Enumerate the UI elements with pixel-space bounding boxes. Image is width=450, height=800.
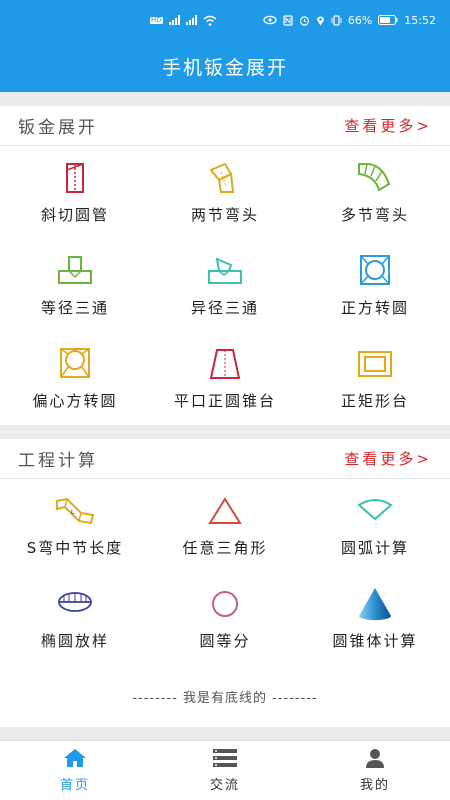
tool-label: 平口正圆锥台 <box>173 392 276 410</box>
nfc-icon <box>283 14 293 26</box>
battery-icon <box>378 15 398 25</box>
circle-icon <box>212 591 238 617</box>
user-icon <box>366 749 384 768</box>
svg-text:L: L <box>71 509 75 516</box>
view-more-link[interactable]: 查看更多> <box>344 448 432 469</box>
tool-item-frustum-cone[interactable]: 平口正圆锥台 <box>150 332 300 425</box>
tool-label: 椭圆放样 <box>40 632 109 650</box>
oblique-cut-pipe-icon <box>66 163 84 193</box>
tool-item-square-to-round[interactable]: 正方转圆 <box>300 239 450 332</box>
two-section-elbow-icon <box>209 162 235 193</box>
tool-item-rectangular-frustum[interactable]: 正矩形台 <box>300 332 450 425</box>
section-header: 钣金展开 查看更多> <box>0 106 450 146</box>
frustum-cone-icon <box>209 349 241 379</box>
calc-item-arc[interactable]: 圆弧计算 <box>300 479 450 572</box>
nav-community[interactable]: 交流 <box>150 741 300 800</box>
cone-icon <box>359 588 391 620</box>
tool-label: 两节弯头 <box>190 206 259 224</box>
calc-item-circle-division[interactable]: 圆等分 <box>150 572 300 665</box>
view-more-link[interactable]: 查看更多> <box>344 115 432 136</box>
triangle-icon <box>208 497 242 524</box>
section-title: 工程计算 <box>18 451 98 471</box>
tool-item-multi-section-elbow[interactable]: 多节弯头 <box>300 146 450 239</box>
calc-item-triangle[interactable]: 任意三角形 <box>150 479 300 572</box>
location-icon <box>316 16 324 25</box>
list-icon <box>213 749 237 767</box>
nav-home[interactable]: 首页 <box>0 741 150 800</box>
tool-label: 圆等分 <box>199 632 251 650</box>
vibrate-icon <box>331 14 342 26</box>
ellipse-icon <box>58 592 92 612</box>
signal-icon <box>168 15 180 25</box>
section-title: 钣金展开 <box>18 118 98 138</box>
home-icon <box>64 749 86 767</box>
signal-icon <box>185 15 197 25</box>
multi-section-elbow-icon <box>358 163 391 192</box>
status-left: HD <box>150 15 217 26</box>
app-bar: 手机钣金展开 <box>0 40 450 92</box>
clock: 15:52 <box>404 13 436 27</box>
reducing-tee-icon <box>208 257 242 284</box>
bottom-nav: 首页 交流 我的 <box>0 740 450 800</box>
calc-item-ellipse[interactable]: 椭圆放样 <box>0 572 150 665</box>
tool-label: 等径三通 <box>40 299 109 317</box>
calc-item-s-bend[interactable]: L S弯中节长度 <box>0 479 150 572</box>
square-to-round-icon <box>360 255 390 285</box>
tool-label: 正矩形台 <box>340 392 409 410</box>
section-sheet-metal: 钣金展开 查看更多> 斜切圆管 两节弯头 多节弯头 等径三通 异径三通 正方转圆 <box>0 106 450 425</box>
tool-item-reducing-tee[interactable]: 异径三通 <box>150 239 300 332</box>
equal-tee-icon <box>58 256 92 284</box>
tool-item-equal-tee[interactable]: 等径三通 <box>0 239 150 332</box>
s-bend-icon: L <box>56 497 95 525</box>
eccentric-square-to-round-icon <box>60 348 90 378</box>
nav-label: 我的 <box>359 778 390 793</box>
page-title: 手机钣金展开 <box>161 56 288 79</box>
nav-label: 首页 <box>59 778 90 793</box>
tool-item-oblique-cut-pipe[interactable]: 斜切圆管 <box>0 146 150 239</box>
eye-icon <box>263 15 277 25</box>
rectangular-frustum-icon <box>358 351 392 377</box>
status-bar: HD 66% 15:52 <box>0 0 450 40</box>
tool-item-eccentric-square-to-round[interactable]: 偏心方转圆 <box>0 332 150 425</box>
battery-percent: 66% <box>347 13 373 27</box>
wifi-icon <box>203 15 217 26</box>
status-right: 66% 15:52 <box>263 14 436 27</box>
calc-item-cone[interactable]: 圆锥体计算 <box>300 572 450 665</box>
hd-icon: HD <box>150 15 163 24</box>
tool-label: 任意三角形 <box>182 539 268 557</box>
arc-icon <box>357 499 393 521</box>
section-engineering-calc: 工程计算 查看更多> L S弯中节长度 任意三角形 圆弧计算 椭圆放样 圆等分 <box>0 439 450 727</box>
tool-label: 偏心方转圆 <box>32 392 118 410</box>
calc-grid: L S弯中节长度 任意三角形 圆弧计算 椭圆放样 圆等分 圆锥体计算 <box>0 479 450 665</box>
nav-label: 交流 <box>209 778 240 793</box>
tool-label: 斜切圆管 <box>40 206 109 224</box>
tool-grid: 斜切圆管 两节弯头 多节弯头 等径三通 异径三通 正方转圆 偏心方转圆 平口正圆… <box>0 146 450 425</box>
nav-profile[interactable]: 我的 <box>300 741 450 800</box>
end-of-list-text: -------- 我是有底线的 -------- <box>0 665 450 727</box>
tool-label: S弯中节长度 <box>26 539 124 557</box>
tool-label: 圆锥体计算 <box>332 632 418 650</box>
alarm-icon <box>299 15 309 26</box>
tool-label: 异径三通 <box>190 299 259 317</box>
tool-item-two-section-elbow[interactable]: 两节弯头 <box>150 146 300 239</box>
tool-label: 正方转圆 <box>340 299 409 317</box>
tool-label: 圆弧计算 <box>340 539 409 557</box>
section-header: 工程计算 查看更多> <box>0 439 450 479</box>
tool-label: 多节弯头 <box>340 206 409 224</box>
